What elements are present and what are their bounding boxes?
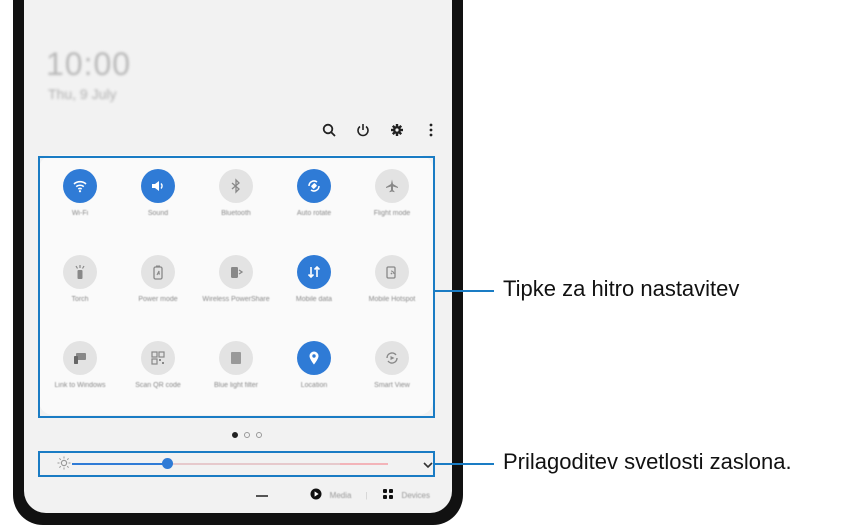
devices-icon[interactable] xyxy=(382,488,394,502)
search-icon[interactable] xyxy=(318,118,340,142)
callout-brightness: Prilagoditev svetlosti zaslona. xyxy=(503,449,792,474)
navigation-handle[interactable] xyxy=(256,495,268,497)
callout-line-brightness xyxy=(435,463,494,465)
page-dot[interactable] xyxy=(244,432,250,438)
devices-button[interactable]: Devices xyxy=(402,491,430,500)
brightness-slider[interactable] xyxy=(72,458,388,469)
callout-line-quick-settings xyxy=(435,290,494,292)
media-play-icon[interactable] xyxy=(310,488,322,502)
quick-settings-highlight-box xyxy=(38,156,435,418)
panel-toolbar xyxy=(318,118,442,142)
more-options-icon[interactable] xyxy=(420,118,442,142)
divider: | xyxy=(365,490,368,500)
page-dot[interactable] xyxy=(232,432,238,438)
brightness-slider-thumb[interactable] xyxy=(162,458,173,469)
page-dot[interactable] xyxy=(256,432,262,438)
page-indicator xyxy=(232,432,262,438)
brightness-slider-fill xyxy=(72,463,167,465)
callout-quick-settings: Tipke za hitro nastavitev xyxy=(503,276,740,301)
settings-icon[interactable] xyxy=(386,118,408,142)
date: Thu, 9 July xyxy=(48,86,117,102)
brightness-slider-max-segment xyxy=(340,463,388,465)
media-button[interactable]: Media xyxy=(330,491,352,500)
clock: 10:00 xyxy=(46,46,132,82)
bottom-bar: Media | Devices xyxy=(310,488,430,502)
power-icon[interactable] xyxy=(352,118,374,142)
